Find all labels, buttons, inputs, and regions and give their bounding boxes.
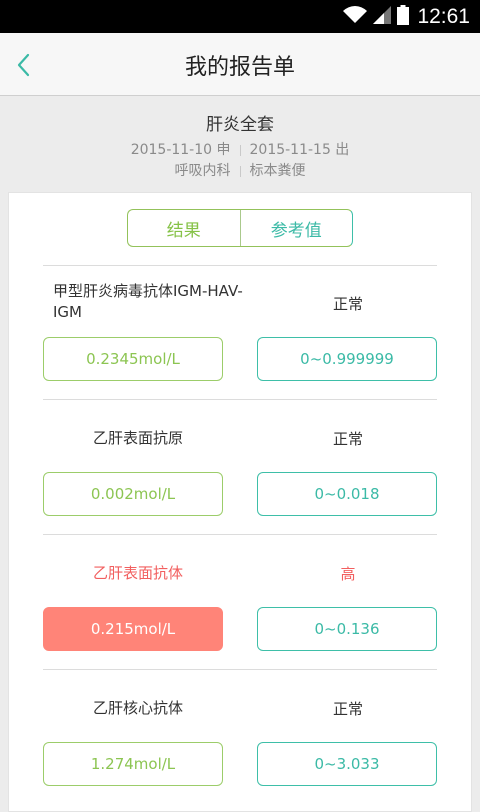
divider — [43, 265, 437, 266]
tab-reference[interactable]: 参考值 — [241, 210, 353, 246]
reference-value: 0~0.018 — [257, 472, 437, 516]
tab-result[interactable]: 结果 — [128, 210, 241, 246]
reference-value: 0~0.999999 — [257, 337, 437, 381]
reference-value: 0~3.033 — [257, 742, 437, 786]
divider — [43, 534, 437, 535]
clock: 12:61 — [417, 4, 470, 28]
result-value: 1.274mol/L — [43, 742, 223, 786]
result-value: 0.002mol/L — [43, 472, 223, 516]
item-status: 高 — [340, 565, 356, 583]
item-status: 正常 — [332, 430, 363, 448]
item-status: 正常 — [332, 295, 363, 313]
wifi-icon — [343, 5, 368, 28]
divider — [43, 399, 437, 400]
item-name: 乙肝核心抗体 — [92, 699, 183, 717]
meta-separator — [239, 165, 241, 177]
item-name: 乙肝表面抗体 — [92, 564, 183, 582]
result-value: 0.2345mol/L — [43, 337, 223, 381]
app-header: 我的报告单 — [0, 33, 480, 96]
report-info: 呼吸内科 标本粪便 — [0, 160, 480, 180]
result-value: 0.215mol/L — [43, 607, 223, 651]
page-title: 我的报告单 — [184, 55, 295, 80]
department: 呼吸内科 — [174, 163, 231, 179]
item-name: 乙肝表面抗原 — [92, 429, 183, 447]
signal-icon — [373, 5, 392, 28]
report-dates: 2015-11-10 申 2015-11-15 出 — [0, 139, 480, 159]
battery-icon — [397, 4, 410, 29]
reference-value: 0~0.136 — [257, 607, 437, 651]
result-date: 2015-11-15 出 — [249, 142, 350, 158]
status-bar: 12:61 — [0, 0, 480, 33]
meta-separator — [239, 144, 241, 156]
item-name: 甲型肝炎病毒抗体IGM-HAV-IGM — [53, 282, 243, 321]
view-toggle: 结果 参考值 — [127, 209, 353, 247]
divider — [43, 669, 437, 670]
result-card: 结果 参考值 甲型肝炎病毒抗体IGM-HAV-IGM 正常 0.2345mol/… — [8, 192, 472, 812]
specimen: 标本粪便 — [249, 163, 306, 179]
report-name: 肝炎全套 — [206, 115, 274, 135]
apply-date: 2015-11-10 申 — [130, 142, 231, 158]
item-status: 正常 — [332, 700, 363, 718]
report-header: 肝炎全套 2015-11-10 申 2015-11-15 出 呼吸内科 标本粪便 — [0, 96, 480, 192]
